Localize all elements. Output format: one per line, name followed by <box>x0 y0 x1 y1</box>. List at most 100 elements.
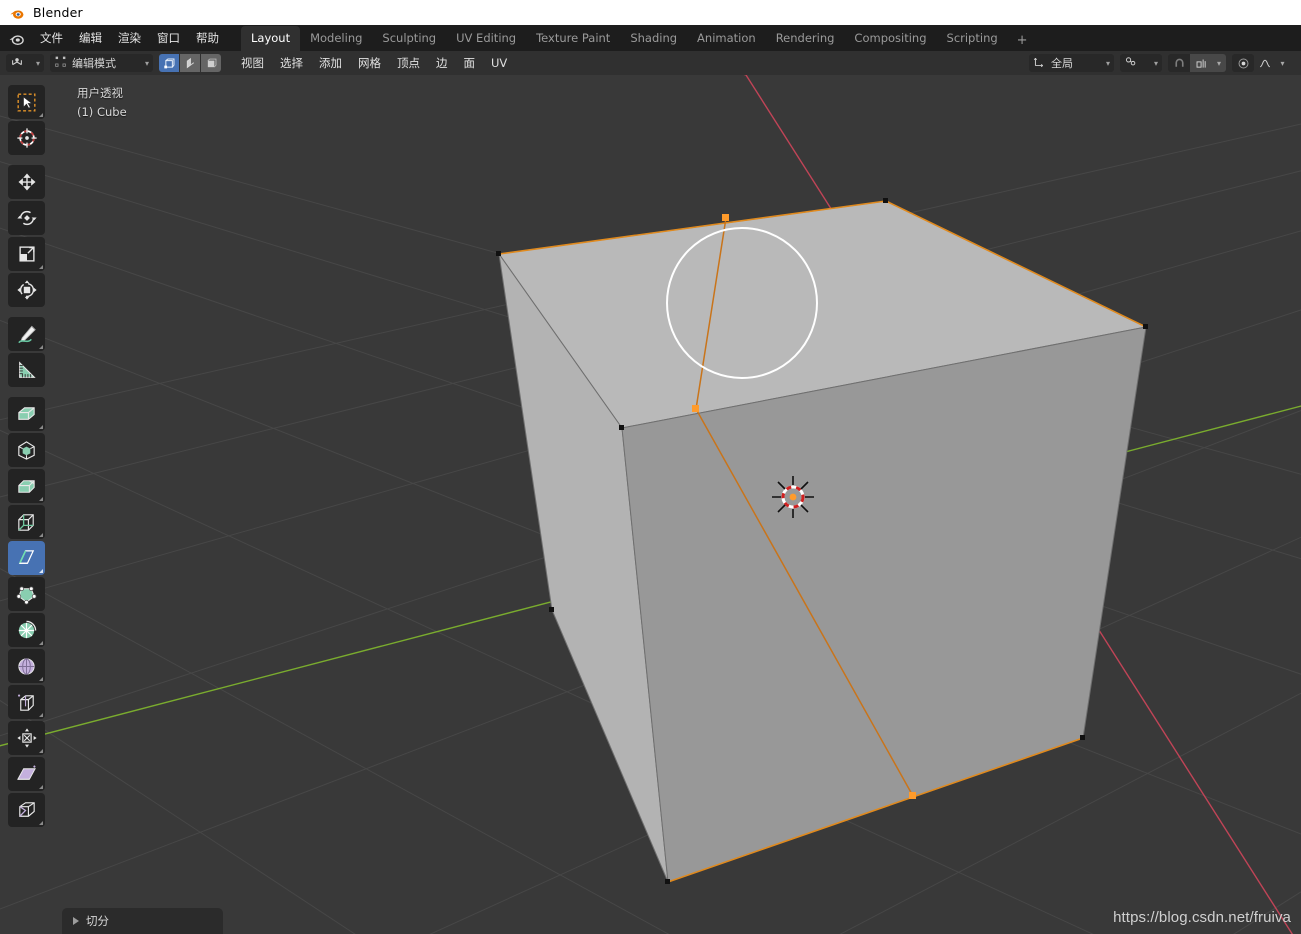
proportional-dot-icon[interactable] <box>1232 54 1254 72</box>
rip-region-tool[interactable] <box>8 793 45 827</box>
annotate-tool[interactable] <box>8 317 45 351</box>
menu-edit[interactable]: 编辑 <box>71 28 110 48</box>
poly-build-tool[interactable] <box>8 577 45 611</box>
inset-faces-tool[interactable] <box>8 433 45 467</box>
chevron-down-icon: ▾ <box>35 58 40 68</box>
chevron-down-icon: ▾ <box>144 58 149 68</box>
edge-slide-tool[interactable] <box>8 685 45 719</box>
snapping-group: ▾ <box>1168 54 1226 72</box>
workspace-tabs: Layout Modeling Sculpting UV Editing Tex… <box>241 25 1037 51</box>
face-select-mode[interactable] <box>201 54 221 72</box>
falloff-smooth-icon[interactable] <box>1254 54 1276 72</box>
menu-edge[interactable]: 边 <box>428 54 456 72</box>
tab-sculpting[interactable]: Sculpting <box>372 26 446 51</box>
menu-render[interactable]: 渲染 <box>110 28 149 48</box>
operator-redo-panel[interactable]: 切分 <box>62 908 223 934</box>
cut-vertex <box>692 405 699 412</box>
watermark-url: https://blog.csdn.net/fruiva <box>1113 909 1291 926</box>
editor-type-3dview-icon <box>10 55 24 72</box>
menu-window[interactable]: 窗口 <box>149 28 188 48</box>
cursor-tool[interactable] <box>8 121 45 155</box>
blender-logo-icon <box>9 5 25 21</box>
shrink-fatten-tool[interactable] <box>8 721 45 755</box>
magnet-icon[interactable] <box>1168 54 1190 72</box>
cut-vertex <box>909 792 916 799</box>
tab-scripting[interactable]: Scripting <box>937 26 1008 51</box>
tab-compositing[interactable]: Compositing <box>844 26 936 51</box>
tweak-select-box-tool[interactable] <box>8 85 45 119</box>
cube-vertex <box>883 198 888 203</box>
tab-layout[interactable]: Layout <box>241 26 301 51</box>
tool-submenu-indicator <box>39 749 43 753</box>
menu-vertex[interactable]: 顶点 <box>389 54 428 72</box>
blender-window: Blender 文件 编辑 渲染 窗口 帮助 Layout Modeling S… <box>0 0 1301 934</box>
edit-mode-icon <box>54 55 67 71</box>
tool-submenu-indicator <box>39 677 43 681</box>
bevel-tool[interactable] <box>8 469 45 503</box>
loop-cut-tool[interactable] <box>8 505 45 539</box>
cube-vertex <box>665 879 670 884</box>
cube-vertex <box>1080 735 1085 740</box>
measure-tool[interactable] <box>8 353 45 387</box>
tool-submenu-indicator <box>39 641 43 645</box>
cut-vertex <box>722 214 729 221</box>
tab-shading[interactable]: Shading <box>620 26 687 51</box>
tab-rendering[interactable]: Rendering <box>766 26 845 51</box>
mode-selector-value: 编辑模式 <box>72 57 116 70</box>
spin-tool[interactable] <box>8 613 45 647</box>
menu-mesh[interactable]: 网格 <box>350 54 389 72</box>
tool-submenu-indicator <box>39 425 43 429</box>
proportional-edit-group: ▾ <box>1232 54 1289 72</box>
menu-help[interactable]: 帮助 <box>188 28 227 48</box>
tool-submenu-indicator <box>39 265 43 269</box>
add-workspace-button[interactable]: + <box>1008 30 1037 51</box>
extrude-region-tool[interactable] <box>8 397 45 431</box>
tool-submenu-indicator <box>39 533 43 537</box>
editor-type-selector[interactable]: ▾ <box>6 54 44 72</box>
menu-select[interactable]: 选择 <box>272 54 311 72</box>
tool-submenu-indicator <box>39 497 43 501</box>
tool-submenu-indicator <box>39 821 43 825</box>
rotate-tool[interactable] <box>8 201 45 235</box>
tool-submenu-indicator <box>39 713 43 717</box>
viewport-scene <box>0 75 1301 934</box>
cube-vertex <box>496 251 501 256</box>
tab-texture-paint[interactable]: Texture Paint <box>526 26 620 51</box>
chevron-down-icon[interactable]: ▾ <box>1212 54 1226 72</box>
blender-logo-icon[interactable] <box>8 30 25 47</box>
menu-add[interactable]: 添加 <box>311 54 350 72</box>
menu-uv[interactable]: UV <box>483 54 515 72</box>
top-bar: 文件 编辑 渲染 窗口 帮助 Layout Modeling Sculpting… <box>0 25 1301 51</box>
knife-tool[interactable] <box>8 541 45 575</box>
menu-view[interactable]: 视图 <box>233 54 272 72</box>
chevron-down-icon: ▾ <box>1153 58 1158 68</box>
shear-tool[interactable] <box>8 757 45 791</box>
edge-select-mode[interactable] <box>180 54 200 72</box>
operator-name: 切分 <box>86 914 109 928</box>
tool-shelf <box>8 85 45 827</box>
chevron-down-icon[interactable]: ▾ <box>1276 54 1289 72</box>
viewport-overlay-perspective: 用户透视 <box>77 86 123 100</box>
tab-animation[interactable]: Animation <box>687 26 766 51</box>
menu-file[interactable]: 文件 <box>32 28 71 48</box>
menu-face[interactable]: 面 <box>456 54 484 72</box>
move-tool[interactable] <box>8 165 45 199</box>
transform-tool[interactable] <box>8 273 45 307</box>
window-title: Blender <box>33 5 83 20</box>
tab-modeling[interactable]: Modeling <box>300 26 372 51</box>
tool-submenu-indicator <box>39 345 43 349</box>
smooth-tool[interactable] <box>8 649 45 683</box>
vertex-select-mode[interactable] <box>159 54 179 72</box>
snap-increment-icon[interactable] <box>1190 54 1212 72</box>
viewport-3d[interactable]: 用户透视 (1) Cube https://blog.csdn.net/frui… <box>0 75 1301 934</box>
pivot-point-selector[interactable]: ▾ <box>1120 54 1162 72</box>
triangle-right-icon[interactable] <box>73 917 79 925</box>
scale-tool[interactable] <box>8 237 45 271</box>
tool-submenu-indicator <box>39 785 43 789</box>
cursor-3d-icon <box>772 476 814 518</box>
tab-uv-editing[interactable]: UV Editing <box>446 26 526 51</box>
tool-submenu-indicator <box>39 113 43 117</box>
transform-orientation-selector[interactable]: 全局 ▾ <box>1029 54 1114 72</box>
select-mode-group <box>159 54 221 72</box>
mode-selector[interactable]: 编辑模式 ▾ <box>50 54 153 72</box>
